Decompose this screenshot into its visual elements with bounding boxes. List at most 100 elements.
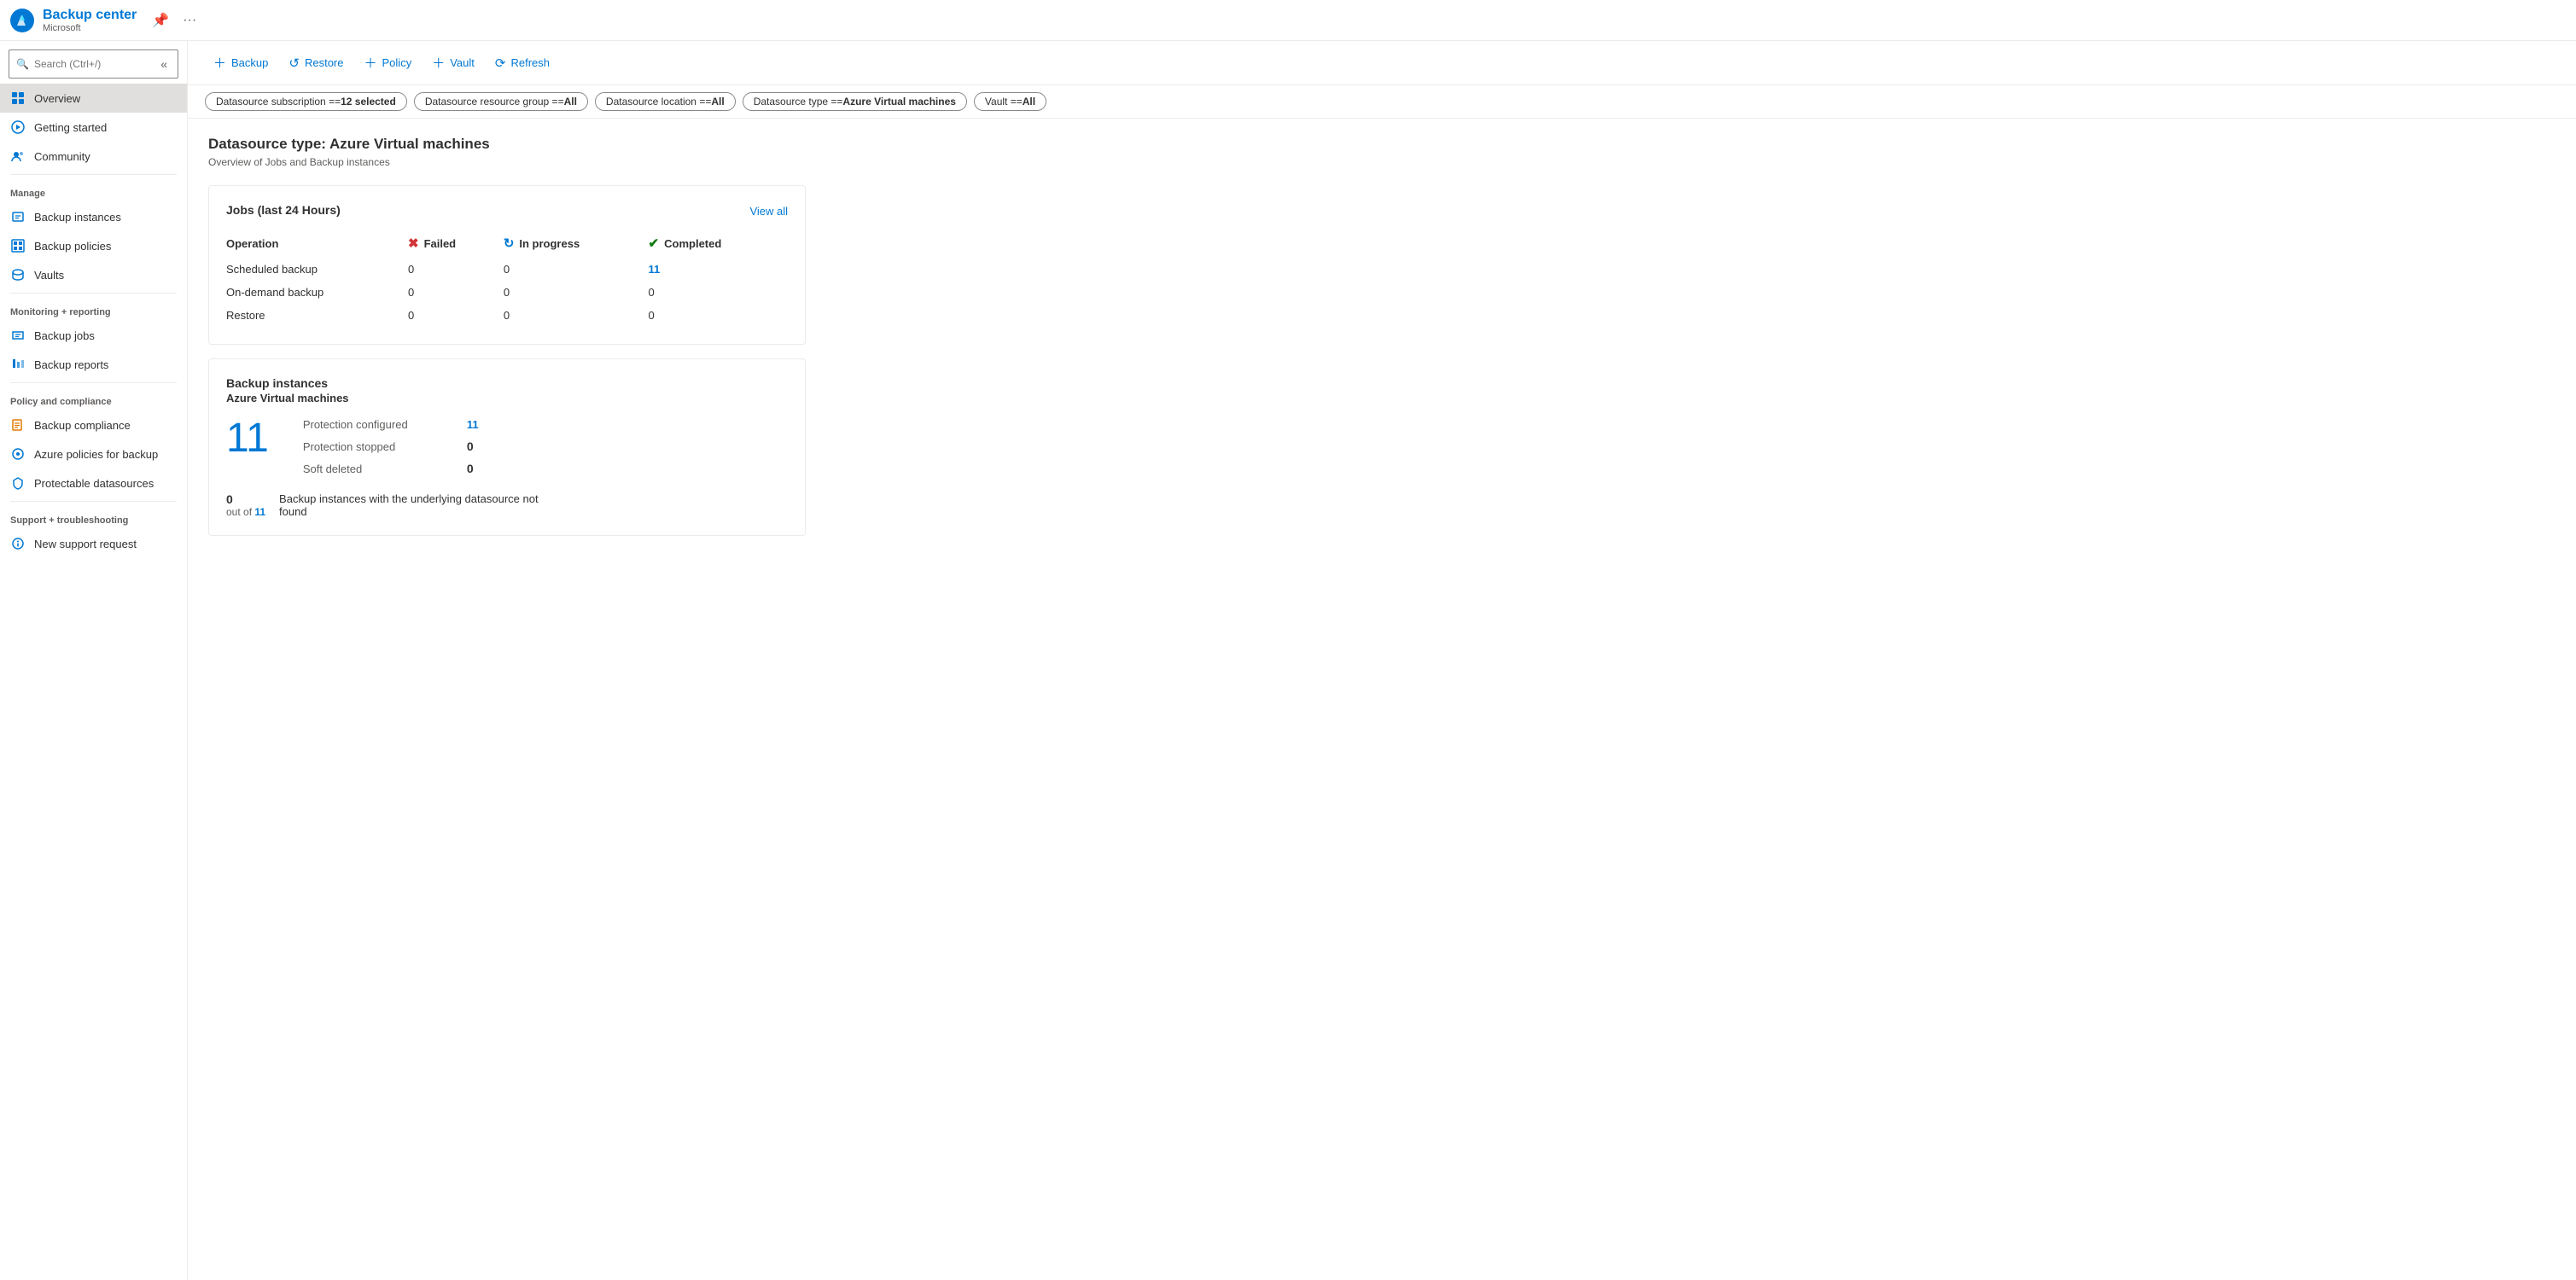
- backup-button[interactable]: ＋ Backup: [205, 49, 277, 76]
- policy-button[interactable]: ＋ Policy: [356, 49, 421, 76]
- filter-resource-group[interactable]: Datasource resource group == All: [414, 92, 588, 111]
- col-in-progress: ↻ In progress: [504, 232, 649, 258]
- failed-cell: 0: [408, 258, 504, 281]
- filter-location[interactable]: Datasource location == All: [595, 92, 736, 111]
- backup-big-number: 11: [226, 418, 269, 459]
- divider-support: [10, 501, 177, 502]
- sidebar-item-label: Backup instances: [34, 211, 121, 224]
- stat-label: Protection stopped: [303, 440, 457, 453]
- inprogress-cell: 0: [504, 258, 649, 281]
- stat-label: Soft deleted: [303, 463, 457, 475]
- sidebar-item-label: Vaults: [34, 269, 64, 282]
- backup-instances-card: Backup instances Azure Virtual machines …: [208, 358, 806, 536]
- sidebar-section-monitoring: Monitoring + reporting: [0, 297, 187, 321]
- sidebar-item-label: Backup jobs: [34, 329, 95, 342]
- backup-instances-subtitle: Azure Virtual machines: [226, 392, 788, 404]
- inprogress-icon: ↻: [504, 236, 515, 251]
- vault-button[interactable]: ＋ Vault: [423, 49, 483, 76]
- sidebar-item-overview[interactable]: Overview: [0, 84, 187, 113]
- col-failed: ✖ Failed: [408, 232, 504, 258]
- backup-reports-icon: [10, 357, 26, 372]
- stat-value[interactable]: 11: [467, 418, 479, 431]
- restore-button[interactable]: ↺ Restore: [280, 51, 352, 75]
- op-cell: Restore: [226, 304, 408, 327]
- sidebar-item-community[interactable]: Community: [0, 142, 187, 171]
- divider-policy: [10, 382, 177, 383]
- vaults-icon: [10, 267, 26, 282]
- azure-policies-icon: [10, 446, 26, 462]
- sidebar-item-vaults[interactable]: Vaults: [0, 260, 187, 289]
- app-title: Backup center: [43, 7, 137, 23]
- restore-icon: ↺: [288, 55, 300, 71]
- failed-cell: 0: [408, 304, 504, 327]
- stat-label: Protection configured: [303, 418, 457, 431]
- content-area: ＋ Backup ↺ Restore ＋ Policy ＋ Vault ⟳ Re…: [188, 41, 2576, 1280]
- stat-value: 0: [467, 439, 474, 453]
- community-icon: [10, 148, 26, 164]
- inprogress-cell: 0: [504, 281, 649, 304]
- completed-cell: 0: [649, 281, 788, 304]
- sidebar-item-backup-instances[interactable]: Backup instances: [0, 202, 187, 231]
- sidebar-section-manage: Manage: [0, 178, 187, 202]
- header-icons: 📌 ···: [149, 10, 200, 31]
- divider-monitoring: [10, 293, 177, 294]
- backup-stat-row: Soft deleted 0: [303, 462, 479, 475]
- sidebar-collapse-button[interactable]: «: [157, 54, 171, 74]
- search-input[interactable]: [34, 58, 149, 70]
- page-subtitle: Overview of Jobs and Backup instances: [208, 156, 2556, 168]
- filter-datasource-type[interactable]: Datasource type == Azure Virtual machine…: [743, 92, 967, 111]
- backup-policies-icon: [10, 238, 26, 253]
- sidebar-item-label: Community: [34, 150, 90, 163]
- plus-icon: ＋: [213, 54, 226, 72]
- sidebar-item-new-support[interactable]: New support request: [0, 529, 187, 558]
- filter-subscription[interactable]: Datasource subscription == 12 selected: [205, 92, 407, 111]
- more-button[interactable]: ···: [179, 11, 200, 30]
- jobs-card-title: Jobs (last 24 Hours): [226, 203, 341, 217]
- completed-cell[interactable]: 11: [649, 258, 788, 281]
- backup-bottom-desc: Backup instances with the underlying dat…: [279, 492, 552, 518]
- toolbar: ＋ Backup ↺ Restore ＋ Policy ＋ Vault ⟳ Re…: [188, 41, 2576, 85]
- pin-button[interactable]: 📌: [149, 10, 172, 31]
- sidebar-item-backup-reports[interactable]: Backup reports: [0, 350, 187, 379]
- sidebar-item-label: Backup reports: [34, 358, 108, 371]
- view-all-link[interactable]: View all: [749, 205, 788, 218]
- backup-instances-bottom: 0 out of 11 Backup instances with the un…: [226, 492, 788, 518]
- refresh-button[interactable]: ⟳ Refresh: [487, 51, 558, 75]
- backup-compliance-icon: [10, 417, 26, 433]
- sidebar-search-box[interactable]: 🔍 «: [9, 49, 178, 79]
- main-layout: 🔍 « Overview Getting started Community M…: [0, 41, 2576, 1280]
- completed-cell: 0: [649, 304, 788, 327]
- getting-started-icon: [10, 119, 26, 135]
- completed-icon: ✔: [649, 236, 660, 251]
- inprogress-cell: 0: [504, 304, 649, 327]
- sidebar-item-label: Azure policies for backup: [34, 448, 158, 461]
- plus-icon-policy: ＋: [364, 54, 377, 72]
- app-subtitle: Microsoft: [43, 23, 137, 33]
- sidebar-item-label: Overview: [34, 92, 80, 105]
- sidebar-item-getting-started[interactable]: Getting started: [0, 113, 187, 142]
- search-icon: 🔍: [16, 58, 29, 70]
- sidebar-item-label: Protectable datasources: [34, 477, 154, 490]
- jobs-card: Jobs (last 24 Hours) View all Operation …: [208, 185, 806, 345]
- filter-vault[interactable]: Vault == All: [974, 92, 1046, 111]
- sidebar-item-label: Backup policies: [34, 240, 111, 253]
- table-row: On-demand backup 0 0 0: [226, 281, 788, 304]
- app-header: Backup center Microsoft 📌 ···: [0, 0, 2576, 41]
- op-cell: On-demand backup: [226, 281, 408, 304]
- support-icon: [10, 536, 26, 551]
- sidebar-item-backup-policies[interactable]: Backup policies: [0, 231, 187, 260]
- jobs-card-header: Jobs (last 24 Hours) View all: [226, 203, 788, 218]
- app-logo: [10, 9, 34, 32]
- jobs-table: Operation ✖ Failed ↻ In progress: [226, 232, 788, 327]
- sidebar-item-backup-compliance[interactable]: Backup compliance: [0, 410, 187, 439]
- sidebar-item-backup-jobs[interactable]: Backup jobs: [0, 321, 187, 350]
- col-completed: ✔ Completed: [649, 232, 788, 258]
- page-content: Datasource type: Azure Virtual machines …: [188, 119, 2576, 1280]
- backup-out-link[interactable]: 11: [254, 506, 265, 518]
- sidebar-item-azure-policies[interactable]: Azure policies for backup: [0, 439, 187, 468]
- sidebar-section-policy: Policy and compliance: [0, 387, 187, 410]
- table-row: Restore 0 0 0: [226, 304, 788, 327]
- sidebar-item-protectable[interactable]: Protectable datasources: [0, 468, 187, 497]
- plus-icon-vault: ＋: [432, 54, 445, 72]
- sidebar-section-support: Support + troubleshooting: [0, 505, 187, 529]
